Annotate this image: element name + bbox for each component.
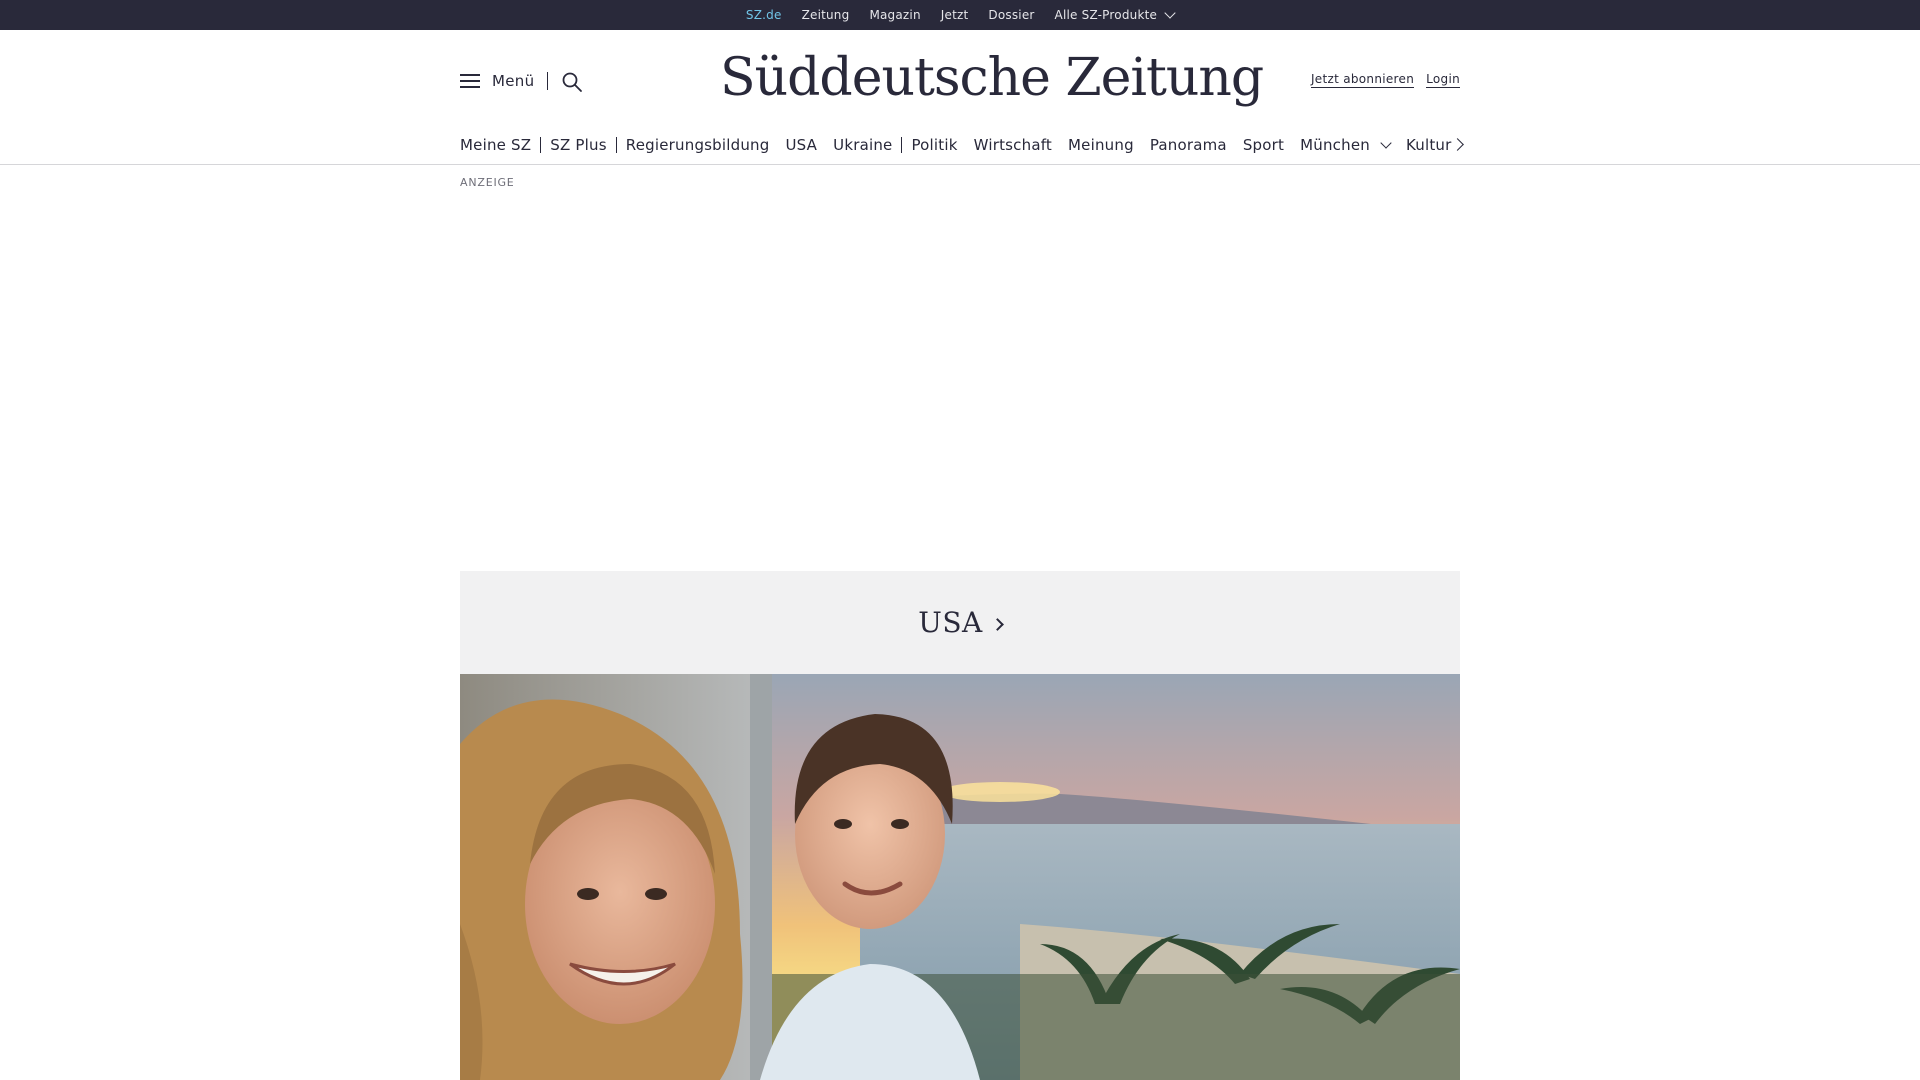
topic-header-usa[interactable]: USA xyxy=(460,571,1460,674)
nav-divider xyxy=(615,137,617,153)
topbar-link-jetzt[interactable]: Jetzt xyxy=(941,8,969,22)
nav-divider xyxy=(540,137,542,153)
hero-image[interactable] xyxy=(460,674,1460,1080)
hero-photo xyxy=(460,674,1460,1080)
site-header: Menü Süddeutsche Zeitung Jetzt abonniere… xyxy=(0,30,1920,165)
nav-scroll-right-chevron-icon[interactable] xyxy=(1452,137,1466,153)
ad-label: ANZEIGE xyxy=(460,176,515,189)
hamburger-icon xyxy=(460,73,480,89)
nav-item-ukraine[interactable]: Ukraine xyxy=(833,136,892,154)
nav-item-usa[interactable]: USA xyxy=(786,136,818,154)
nav-item-politik[interactable]: Politik xyxy=(911,136,957,154)
chevron-right-icon xyxy=(990,618,1004,631)
chevron-down-icon xyxy=(1380,137,1392,149)
nav-item-muenchen[interactable]: München xyxy=(1300,136,1392,154)
topbar-link-szde[interactable]: SZ.de xyxy=(746,8,782,35)
login-link[interactable]: Login xyxy=(1426,72,1460,88)
account-links: Jetzt abonnieren Login xyxy=(1310,72,1460,88)
nav-item-kultur[interactable]: Kultur xyxy=(1406,136,1452,154)
header-divider xyxy=(547,72,548,90)
nav-divider xyxy=(901,137,903,153)
site-logo[interactable]: Süddeutsche Zeitung xyxy=(720,46,1264,110)
section-nav: Meine SZ SZ Plus Regierungsbildung USA U… xyxy=(460,130,1460,160)
nav-item-meine-sz[interactable]: Meine SZ xyxy=(460,136,531,154)
nav-item-panorama[interactable]: Panorama xyxy=(1150,136,1227,154)
chevron-down-icon xyxy=(1164,7,1176,19)
products-label: Alle SZ-Produkte xyxy=(1054,8,1158,22)
nav-item-meinung[interactable]: Meinung xyxy=(1068,136,1134,154)
topbar-link-dossier[interactable]: Dossier xyxy=(988,8,1034,22)
topbar-link-zeitung[interactable]: Zeitung xyxy=(802,8,850,22)
nav-item-regierungsbildung[interactable]: Regierungsbildung xyxy=(626,136,770,154)
menu-button[interactable]: Menü xyxy=(460,72,534,90)
nav-item-sz-plus[interactable]: SZ Plus xyxy=(550,136,607,154)
subscribe-link[interactable]: Jetzt abonnieren xyxy=(1310,72,1415,88)
product-bar: SZ.de Zeitung Magazin Jetzt Dossier Alle… xyxy=(0,0,1920,35)
nav-item-muenchen-label: München xyxy=(1300,136,1370,154)
nav-item-sport[interactable]: Sport xyxy=(1243,136,1284,154)
search-icon[interactable] xyxy=(560,70,584,94)
nav-item-wirtschaft[interactable]: Wirtschaft xyxy=(974,136,1052,154)
topbar-link-magazin[interactable]: Magazin xyxy=(869,8,920,22)
menu-label: Menü xyxy=(492,72,535,90)
topbar-products-dropdown[interactable]: Alle SZ-Produkte xyxy=(1054,7,1176,22)
topic-title: USA xyxy=(918,606,983,639)
